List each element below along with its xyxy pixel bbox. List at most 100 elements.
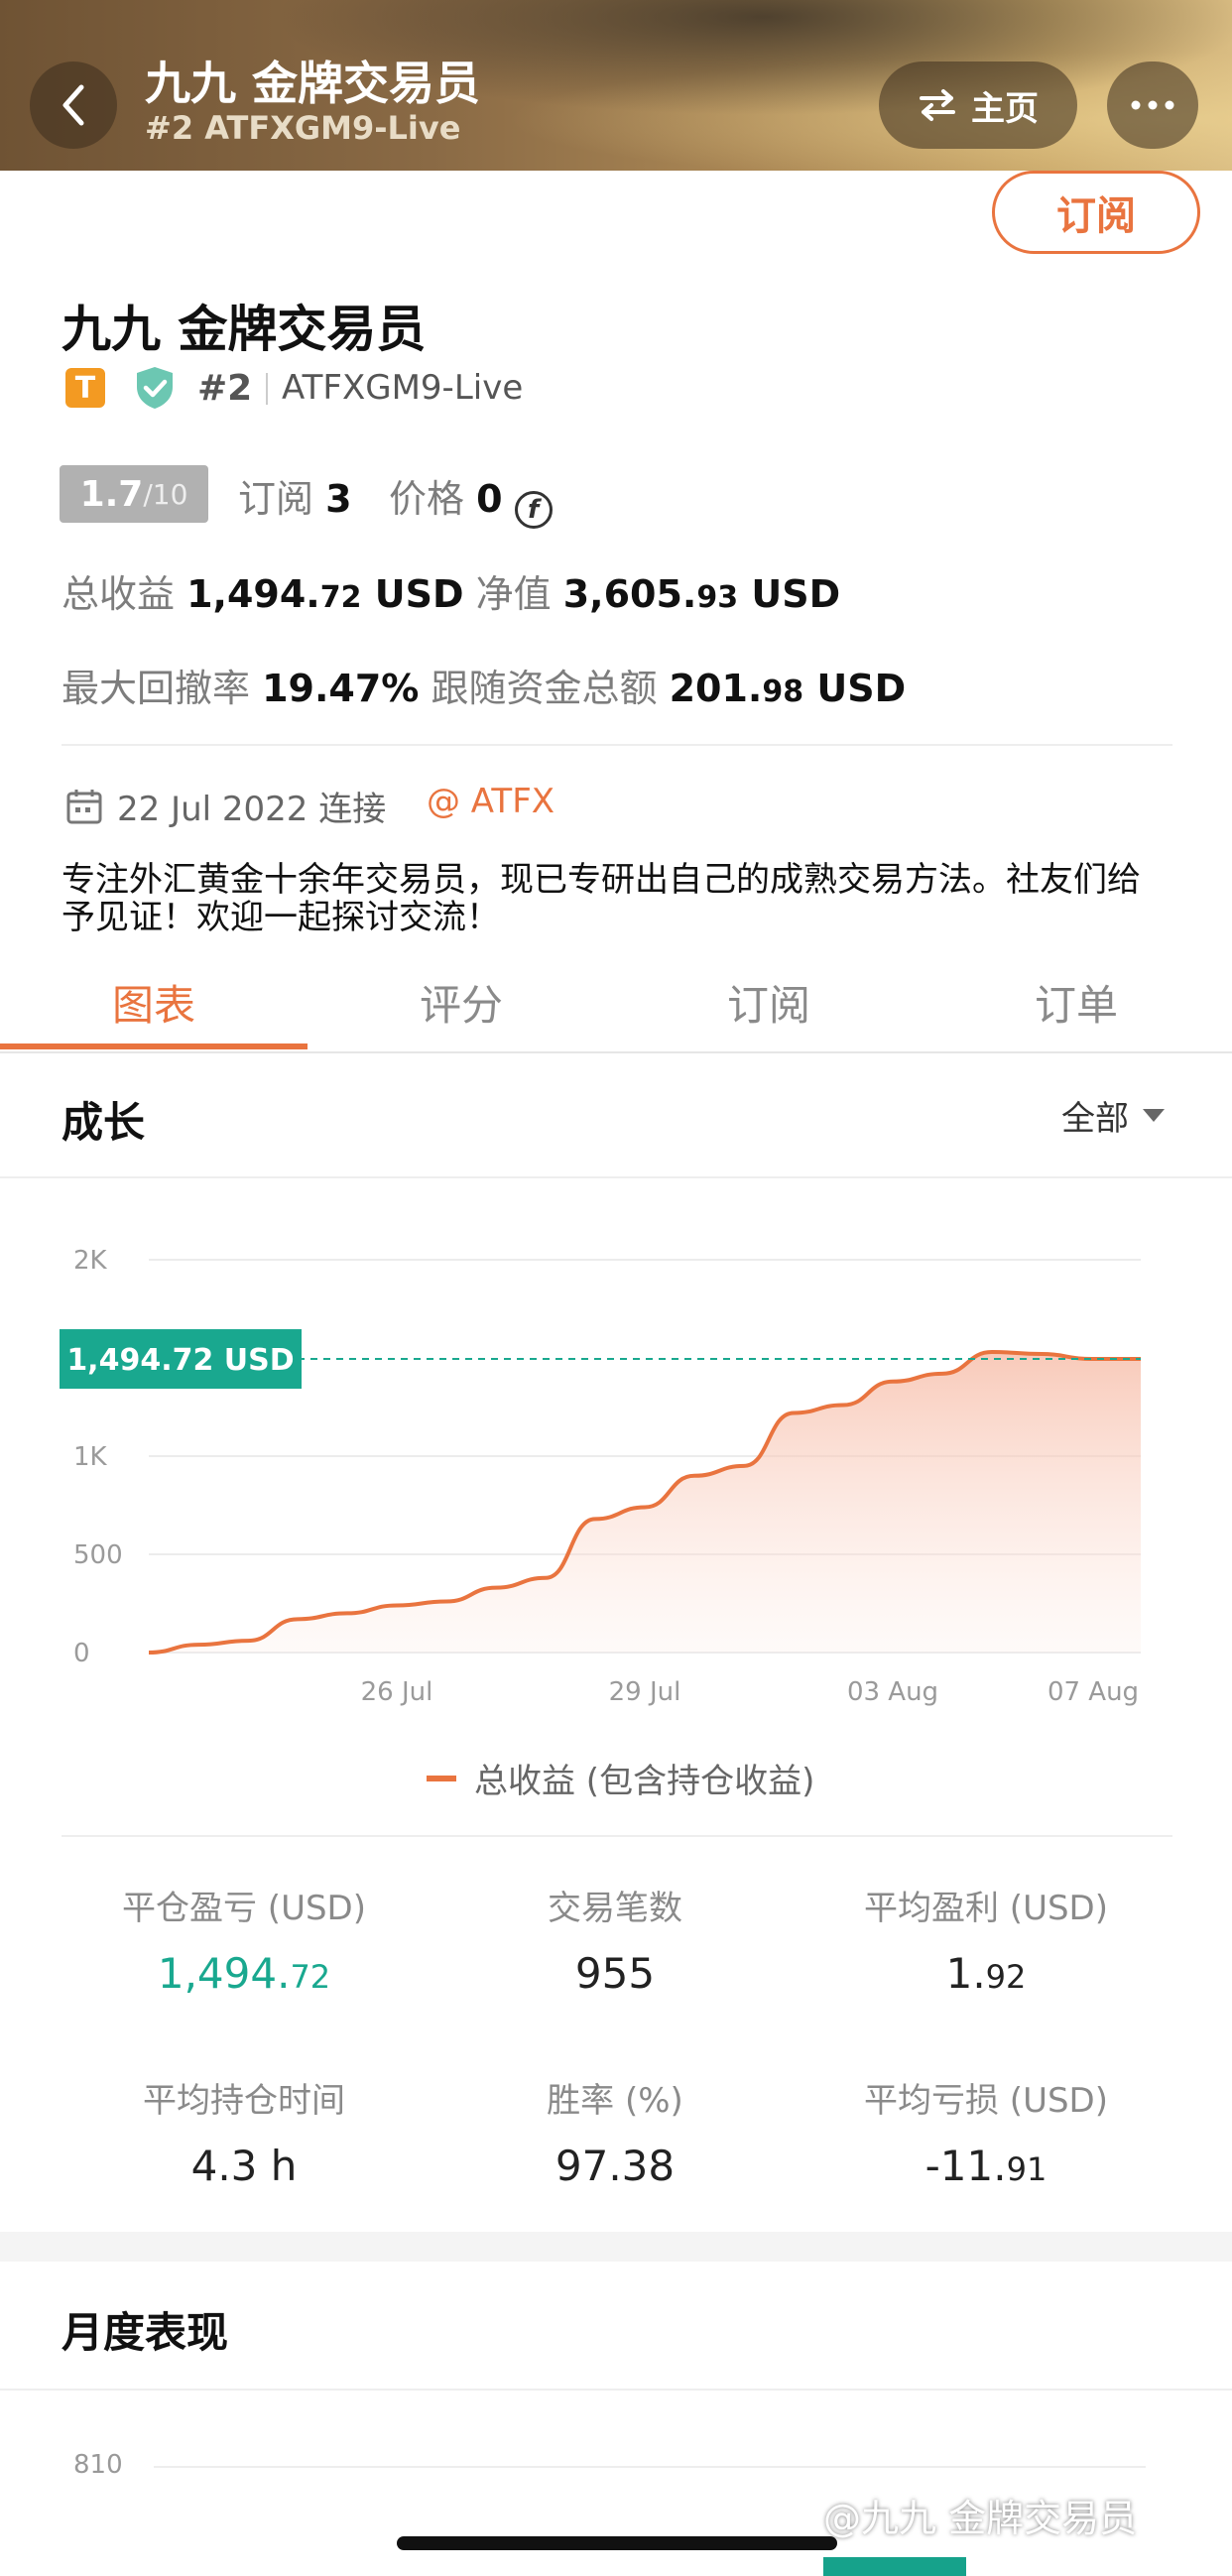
score-max: /10 [143,477,188,511]
drawdown-line: 最大回撤率 19.47% 跟随资金总额 201.98 USD [62,658,906,712]
follow-currency: USD [816,667,907,710]
divider [0,1176,1232,1178]
stat-value-int: 97.38 [554,2142,676,2190]
monthly-bar [823,2557,966,2576]
stat-label: 胜率 (%) [547,2081,683,2121]
subscribe-button[interactable]: 订阅 [992,171,1200,254]
stat-value-int: 4.3 h [190,2142,298,2190]
more-icon [1131,100,1174,110]
range-filter-label: 全部 [1061,1099,1129,1139]
trader-description: 专注外汇黄金十余年交易员，现已专研出自己的成熟交易方法。社友们给予见证！欢迎一起… [62,860,1141,937]
trader-name: 九九 金牌交易员 [62,301,427,358]
tab-rating[interactable]: 评分 [308,952,615,1051]
section-gap [0,2232,1232,2262]
back-button[interactable] [30,61,117,149]
home-button[interactable]: 主页 [879,61,1077,149]
verified-shield-icon [137,367,173,409]
divider [62,1835,1172,1837]
equity-currency: USD [751,572,841,616]
account-label: ATFXGM9-Live [282,368,524,408]
tab-orders[interactable]: 订单 [923,952,1230,1051]
total-profit-int: 1,494. [186,572,320,616]
connected-date: 22 Jul 2022 连接 [65,782,386,830]
subscribe-count: 3 [325,477,352,521]
y-tick-label: 2K [73,1246,108,1276]
series-area [149,1352,1141,1653]
stat-value-int: -11. [924,2142,1007,2190]
home-indicator[interactable] [397,2536,837,2550]
more-button[interactable] [1107,61,1198,149]
connected-date-text: 22 Jul 2022 连接 [117,790,387,829]
subscribe-count-label: 订阅 [238,477,314,521]
active-tab-underline [0,1043,308,1049]
broker-link[interactable]: @ ATFX [427,782,554,821]
stat-closed-pnl: 平仓盈亏 (USD) 1,494.72 [65,1881,423,1998]
drawdown-label: 最大回撤率 [62,667,251,710]
rank-label: #2 [197,368,253,409]
stat-avg-holding-time: 平均持仓时间 4.3 h [65,2073,423,2190]
stat-label: 平均亏损 (USD) [864,2081,1108,2121]
score-badge: 1.7/10 [60,465,208,523]
monthly-performance-title: 月度表现 [62,2308,229,2357]
stat-value: 1,494.72 [65,1949,423,1998]
tab-subscriptions[interactable]: 订阅 [615,952,923,1051]
stat-value-int: 955 [574,1949,656,1998]
stat-trade-count: 交易笔数 955 [436,1881,794,1998]
y-tick-label: 1K [73,1442,108,1472]
divider [0,2389,1232,2391]
equity-int: 3,605. [562,572,697,616]
header-subtitle: #2 ATFXGM9-Live [145,109,461,147]
follow-label: 跟随资金总额 [431,667,658,710]
divider [266,373,268,405]
score-value: 1.7 [79,473,144,515]
stat-value: 955 [436,1949,794,1998]
follow-dec: 98 [762,675,804,709]
current-value-label: 1,494.72 USD [66,1343,294,1378]
stat-label: 交易笔数 [548,1889,682,1928]
coin-icon: f [514,491,553,529]
y-tick-label: 500 [73,1540,123,1570]
x-tick-label: 03 Aug [847,1677,938,1707]
follow-int: 201. [669,667,763,710]
swap-icon [920,89,955,121]
calendar-icon [66,789,102,823]
watermark: @九九 金牌交易员 [823,2497,1138,2540]
caret-down-icon [1143,1108,1165,1122]
chart-legend: 总收益 (包含持仓收益) [427,1754,814,1802]
chevron-left-icon [62,84,84,126]
total-profit-line: 总收益 1,494.72 USD 净值 3,605.93 USD [62,563,840,618]
stat-value: 4.3 h [65,2142,423,2190]
tab-chart[interactable]: 图表 [0,952,308,1051]
equity-label: 净值 [475,572,552,616]
stat-value-dec: 91 [1006,2150,1047,2188]
stat-value-dec: 72 [290,1958,331,1996]
total-profit-currency: USD [374,572,464,616]
header-title: 九九 金牌交易员 [145,57,481,110]
range-filter-dropdown[interactable]: 全部 [1061,1091,1165,1140]
stat-avg-profit: 平均盈利 (USD) 1.92 [807,1881,1165,1998]
home-label: 主页 [971,88,1039,129]
trader-type-badge: T [65,368,105,408]
stat-value: -11.91 [807,2142,1165,2190]
x-tick-label: 26 Jul [361,1677,433,1707]
stat-value-dec: 92 [985,1958,1027,1996]
drawdown-value: 19.47% [262,667,420,710]
stat-value-int: 1,494. [157,1949,291,1998]
x-tick-label: 29 Jul [609,1677,681,1707]
growth-title: 成长 [62,1098,146,1147]
stat-label: 平均持仓时间 [143,2081,345,2121]
stat-label: 平均盈利 (USD) [864,1889,1108,1928]
divider [62,744,1172,746]
price-line: 价格 0 f [389,468,553,529]
stat-value: 97.38 [436,2142,794,2190]
growth-chart: 0 500 1K 2K 26 Jul 29 Jul 03 Aug 07 Aug 1,494.72… [0,1210,1232,1766]
equity-dec: 93 [696,580,739,615]
stat-label: 平仓盈亏 (USD) [122,1889,366,1928]
growth-chart-svg: 0 500 1K 2K 26 Jul 29 Jul 03 Aug 07 Aug 1,494.72… [60,1246,1141,1707]
total-profit-dec: 72 [319,580,362,615]
stat-value-int: 1. [945,1949,986,1998]
price-value: 0 [476,477,503,521]
legend-swatch [427,1775,456,1781]
stat-avg-loss: 平均亏损 (USD) -11.91 [807,2073,1165,2190]
y-tick-label: 0 [73,1639,90,1668]
